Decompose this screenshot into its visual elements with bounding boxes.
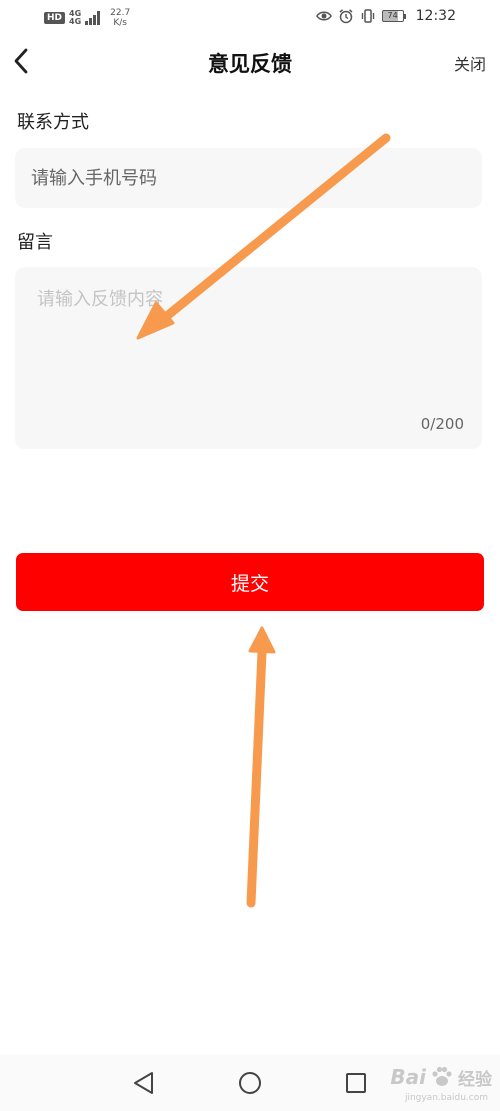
watermark-suffix: 经验 [458,1069,492,1090]
alarm-icon [339,9,353,24]
hd-badge: HD [44,12,66,24]
watermark-brand: Bai [390,1065,426,1089]
watermark-url: jingyan.baidu.com [404,1093,488,1103]
char-count: 0/200 [420,415,464,433]
page-title: 意见反馈 [208,51,292,76]
message-box[interactable]: 0/200 [15,267,482,449]
message-input[interactable] [15,267,482,407]
page-header: 意见反馈 关闭 [0,34,500,90]
network-speed: 22.7 K/s [110,8,130,28]
nav-recent-icon[interactable] [342,1069,370,1097]
submit-button[interactable]: 提交 [16,553,484,611]
status-right: 74 12:32 [315,8,456,24]
phone-input[interactable] [15,148,482,208]
vibrate-icon [361,9,374,23]
message-label: 留言 [17,232,53,253]
eye-icon [315,11,332,21]
network-speed-value: 22.7 [110,8,131,18]
nav-back-icon[interactable] [130,1069,158,1097]
status-bar: HD 4G 4G 22.7 K/s 74 12:32 [0,0,500,34]
arrow-to-submit [246,626,276,908]
battery-icon: 74 [381,10,406,22]
battery-level: 74 [381,10,404,22]
network-type-bottom: 4G [69,17,82,26]
paw-icon [432,1066,452,1086]
signal-icon [85,11,101,25]
status-left: HD 4G 4G 22.7 K/s [44,8,130,28]
status-time: 12:32 [415,8,456,24]
watermark: Bai 经验 [390,1064,492,1090]
close-button[interactable]: 关闭 [454,51,486,75]
network-type: 4G 4G [69,10,81,26]
contact-label: 联系方式 [17,112,89,133]
nav-home-icon[interactable] [236,1069,264,1097]
network-speed-unit: K/s [113,18,127,28]
